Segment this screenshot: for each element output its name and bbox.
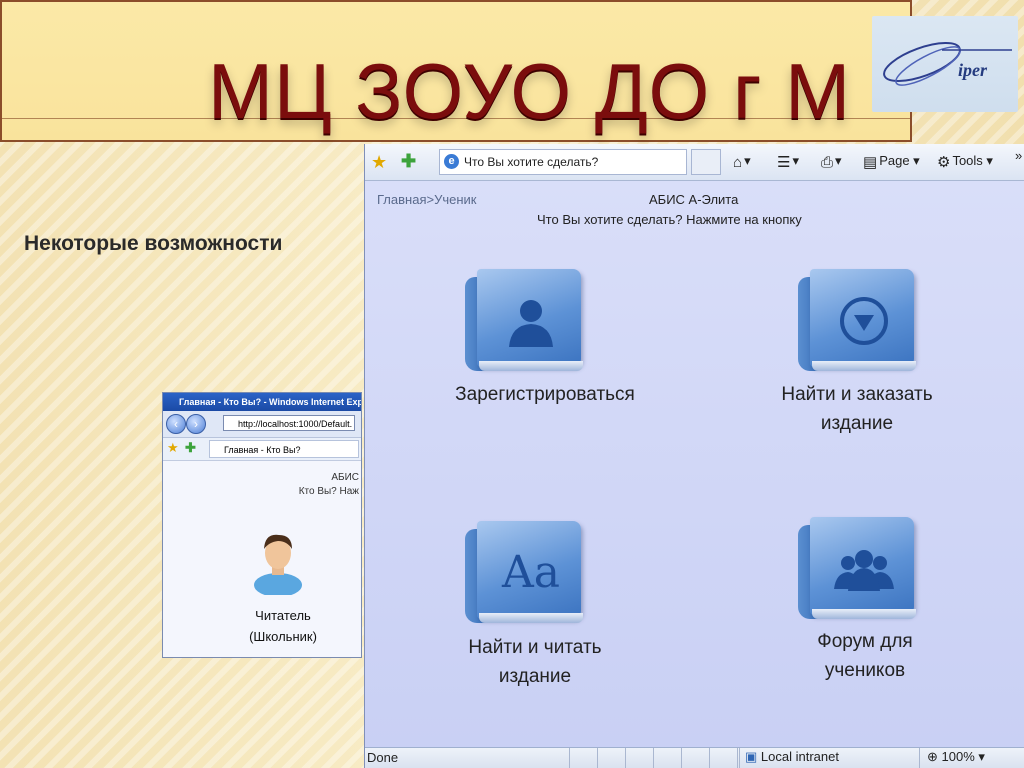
browser-tab-title: Что Вы хотите сделать? — [464, 155, 599, 169]
person-icon — [509, 300, 553, 347]
download-arrow-icon — [840, 297, 888, 345]
find-order-label[interactable]: Найти и заказать издание — [737, 380, 977, 438]
reader-caption-line1: Читатель — [255, 608, 311, 623]
reader-caption-line2: (Школьник) — [249, 629, 317, 644]
mini-question-text: Кто Вы? Наж — [298, 486, 359, 497]
breadcrumb-separator: > — [426, 192, 435, 207]
favorites-star-icon[interactable]: ★ — [371, 152, 387, 173]
mini-window-title: Главная - Кто Вы? - Windows Internet Exp… — [163, 393, 361, 411]
status-bar: Done ▣ Local intranet ⊕ 100% ▾ — [365, 747, 1024, 768]
logo — [872, 16, 1018, 112]
add-favorite-icon[interactable]: ✚ — [401, 151, 416, 172]
ie-logo-icon: e — [444, 154, 459, 169]
home-icon: ⌂ — [733, 154, 743, 171]
register-label[interactable]: Зарегистрироваться — [405, 380, 685, 409]
find-order-book-icon — [798, 269, 916, 375]
home-button[interactable]: ⌂ ▾ — [733, 153, 751, 171]
font-aa-icon: Aa — [501, 547, 560, 598]
find-order-label-line1: Найти и заказать — [781, 384, 933, 405]
rss-icon: ☰ — [777, 154, 791, 171]
group-icon — [834, 550, 894, 591]
breadcrumb: Главная>Ученик — [377, 192, 476, 207]
find-read-label[interactable]: Найти и читать издание — [415, 633, 655, 691]
breadcrumb-current: Ученик — [434, 192, 477, 207]
mini-nav-bar: ‹ › http://localhost:1000/Default. — [163, 411, 361, 438]
more-commands-button[interactable]: » — [1015, 148, 1022, 163]
find-read-book-icon: Aa — [465, 521, 583, 627]
forum-book-icon — [798, 517, 916, 623]
command-bar: ★ ✚ e Что Вы хотите сделать? ⌂ ▾ ☰ ▾ ⎙ ▾ ▤ P… — [365, 144, 1024, 181]
forum-label-line1: Форум для — [817, 631, 913, 652]
printer-icon: ⎙ — [821, 154, 834, 171]
mini-tab[interactable]: Главная - Кто Вы? — [209, 440, 359, 458]
mini-page-body: АБИС Кто Вы? Наж Читатель (Школьник) — [163, 461, 361, 657]
find-read-label-line2: издание — [498, 666, 572, 687]
logo-swoosh-icon — [883, 42, 1012, 86]
find-read-label-line1: Найти и читать — [468, 637, 602, 658]
add-favorite-icon[interactable]: ✚ — [185, 440, 196, 456]
intranet-icon: ▣ — [745, 749, 758, 764]
print-button[interactable]: ⎙ ▾ — [821, 153, 842, 171]
reader-caption[interactable]: Читатель (Школьник) — [223, 605, 343, 647]
page-prompt: Что Вы хотите сделать? Нажмите на кнопку — [537, 212, 802, 227]
forward-icon[interactable]: › — [186, 414, 206, 434]
mini-address-bar[interactable]: http://localhost:1000/Default. — [223, 415, 355, 431]
mini-favorites-bar: ★ ✚ Главная - Кто Вы? — [163, 438, 361, 461]
tools-menu-label: Tools — [952, 153, 983, 168]
status-text: Done — [367, 750, 399, 765]
browser-tab[interactable]: e Что Вы хотите сделать? — [439, 149, 687, 175]
gear-icon: ⚙ — [937, 154, 951, 171]
breadcrumb-home-link[interactable]: Главная — [377, 192, 426, 207]
page-icon: ▤ — [863, 154, 878, 171]
zoom-icon: ⊕ — [927, 749, 938, 764]
mini-abis-label: АБИС Кто Вы? Наж — [299, 471, 359, 499]
page-menu-label: Page — [879, 153, 910, 168]
feeds-button[interactable]: ☰ ▾ — [777, 153, 799, 171]
register-book-icon — [465, 269, 583, 375]
back-icon[interactable]: ‹ — [166, 414, 186, 434]
zone-text: Local intranet — [760, 749, 839, 764]
forum-label-line2: учеников — [824, 660, 906, 681]
mini-abis-text: АБИС — [331, 472, 359, 483]
find-order-label-line2: издание — [820, 413, 894, 434]
tools-menu[interactable]: ⚙ Tools ▾ — [937, 153, 993, 171]
slide-title: МЦ ЗОУО ДО г М — [208, 47, 852, 135]
page-content: Главная>Ученик АБИС А-Элита Что Вы хотит… — [365, 181, 1024, 747]
favorites-star-icon[interactable]: ★ — [167, 440, 179, 456]
forum-label[interactable]: Форум для учеников — [745, 627, 985, 685]
mini-browser-window: Главная - Кто Вы? - Windows Internet Exp… — [162, 392, 362, 658]
main-browser-window: ★ ✚ e Что Вы хотите сделать? ⌂ ▾ ☰ ▾ ⎙ ▾ ▤ P… — [364, 144, 1024, 768]
zone-indicator[interactable]: ▣ Local intranet — [745, 749, 839, 765]
zoom-control[interactable]: ⊕ 100% ▾ — [927, 749, 985, 765]
new-tab-button[interactable] — [691, 149, 721, 175]
app-title: АБИС А-Элита — [649, 192, 739, 207]
reader-person-icon[interactable] — [251, 529, 305, 595]
slide-subtitle: Некоторые возможности — [24, 232, 283, 255]
page-menu[interactable]: ▤ Page ▾ — [863, 153, 920, 171]
logo-text: iper — [958, 60, 987, 80]
zoom-text: 100% — [941, 749, 975, 764]
